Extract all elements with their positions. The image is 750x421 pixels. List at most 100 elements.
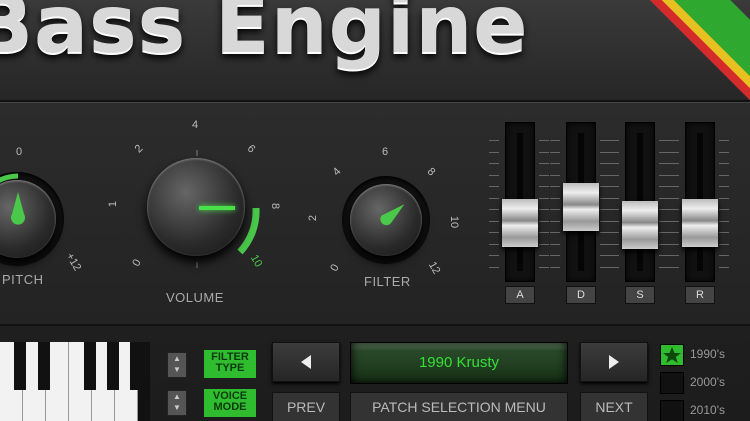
slider-scale-mark <box>659 232 669 233</box>
black-key[interactable] <box>84 342 96 390</box>
slider-scale-mark <box>609 255 619 256</box>
volume-tick-8: 8 <box>269 202 282 210</box>
slider-label-d: D <box>566 286 596 304</box>
slider-scale-mark <box>609 220 619 222</box>
slider-scale-mark <box>489 140 499 141</box>
piano-keyboard[interactable] <box>0 342 150 421</box>
slider-scale-mark <box>719 266 729 268</box>
slider-scale-mark <box>659 140 669 141</box>
slider-scale-mark <box>659 220 669 222</box>
slider-scale-mark <box>719 151 729 153</box>
slider-scale-mark <box>719 186 729 187</box>
slider-scale-mark <box>539 220 549 222</box>
slider-scale-mark <box>550 209 560 210</box>
slider-scale-mark <box>659 255 669 256</box>
slider-scale-mark <box>539 266 549 268</box>
envelope-slider-a[interactable] <box>502 122 538 282</box>
slider-scale-mark <box>550 151 560 153</box>
slider-scale-mark <box>669 140 679 141</box>
bass-engine-app: Bass Engine 0 +12 PITCH 0 1 2 4 6 8 10 V… <box>0 0 750 421</box>
filter-pointer-icon <box>380 204 405 226</box>
slider-scale-mark <box>669 186 679 187</box>
slider-scale-mark <box>489 197 499 199</box>
slider-scale-mark <box>609 266 619 268</box>
slider-scale-mark <box>609 163 619 164</box>
slider-scale-mark <box>539 232 549 233</box>
era-checkbox[interactable] <box>660 344 684 366</box>
slider-handle[interactable] <box>682 199 718 248</box>
slider-scale-mark <box>669 163 679 164</box>
era-checkbox[interactable] <box>660 400 684 421</box>
slider-handle[interactable] <box>502 199 538 248</box>
slider-scale-mark <box>489 209 499 210</box>
slider-scale-mark <box>669 220 679 222</box>
pitch-arc-icon <box>0 173 19 183</box>
envelope-slider-s[interactable] <box>622 122 658 282</box>
envelope-slider-r[interactable] <box>682 122 718 282</box>
slider-scale-mark <box>669 209 679 210</box>
slider-scale-mark <box>550 163 560 164</box>
era-label: 1990's <box>690 347 725 361</box>
slider-scale-mark <box>539 174 549 176</box>
prev-patch-button[interactable] <box>272 342 340 382</box>
slider-scale-mark <box>659 209 669 210</box>
slider-scale-mark <box>719 209 729 210</box>
slider-scale-mark <box>669 255 679 256</box>
volume-label: VOLUME <box>166 290 224 305</box>
slider-scale-mark <box>659 266 669 268</box>
era-label: 2000's <box>690 375 725 389</box>
slider-scale-mark <box>609 232 619 233</box>
volume-tick-1: 1 <box>107 200 120 208</box>
slider-scale-mark <box>659 186 669 187</box>
slider-scale-mark <box>489 243 499 245</box>
filter-knob[interactable] <box>350 184 422 256</box>
slider-scale-mark <box>609 209 619 210</box>
next-patch-button[interactable] <box>580 342 648 382</box>
slider-scale-mark <box>539 163 549 164</box>
slider-scale-mark <box>719 255 729 256</box>
era-checkbox[interactable] <box>660 372 684 394</box>
voice-mode-stepper[interactable]: ▲ ▼ <box>167 390 187 416</box>
slider-scale-mark <box>659 163 669 164</box>
slider-handle[interactable] <box>563 183 599 232</box>
slider-scale-mark <box>609 151 619 153</box>
slider-label-r: R <box>685 286 715 304</box>
slider-scale-mark <box>669 197 679 199</box>
filter-type-stepper[interactable]: ▲ ▼ <box>167 352 187 378</box>
patch-selection-menu-button[interactable]: PATCH SELECTION MENU <box>350 392 568 421</box>
black-key[interactable] <box>38 342 50 390</box>
envelope-slider-d[interactable] <box>563 122 599 282</box>
black-key[interactable] <box>14 342 26 390</box>
slider-scale-mark <box>539 197 549 199</box>
slider-scale-mark <box>719 174 729 176</box>
pitch-tick-0: 0 <box>16 146 23 158</box>
slider-scale-mark <box>719 220 729 222</box>
filter-label: FILTER <box>364 274 411 289</box>
triangle-left-icon <box>301 355 311 369</box>
next-label[interactable]: NEXT <box>580 392 648 421</box>
slider-scale-mark <box>609 174 619 176</box>
patch-display: 1990 Krusty <box>350 342 568 384</box>
black-key[interactable] <box>130 342 142 390</box>
filter-tick-2: 2 <box>307 214 320 222</box>
slider-scale-mark <box>550 140 560 141</box>
slider-scale-mark <box>489 266 499 268</box>
rainbow-stripes-logo <box>630 0 750 100</box>
slider-scale-mark <box>539 151 549 153</box>
filter-type-label: FILTER TYPE <box>204 350 256 378</box>
prev-label[interactable]: PREV <box>272 392 340 421</box>
slider-scale-mark <box>550 220 560 222</box>
slider-scale-mark <box>550 243 560 245</box>
slider-scale-mark <box>659 197 669 199</box>
volume-knob[interactable] <box>147 158 245 256</box>
slider-scale-mark <box>550 232 560 233</box>
slider-label-s: S <box>625 286 655 304</box>
slider-handle[interactable] <box>622 201 658 250</box>
star-icon <box>663 347 681 363</box>
slider-scale-mark <box>550 255 560 256</box>
slider-scale-mark <box>719 243 729 245</box>
slider-scale-mark <box>659 151 669 153</box>
black-key[interactable] <box>107 342 119 390</box>
slider-scale-mark <box>719 232 729 233</box>
slider-scale-mark <box>659 174 669 176</box>
